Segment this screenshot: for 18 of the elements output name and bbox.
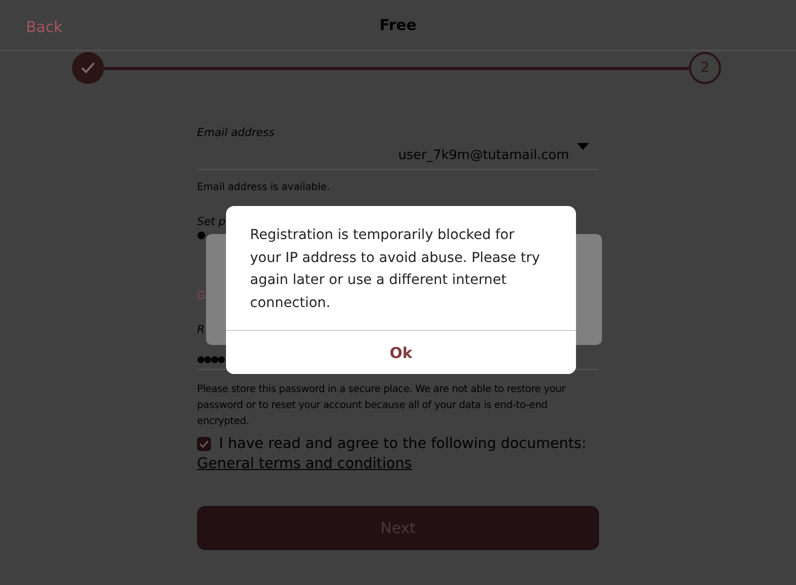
back-button[interactable]: Back [14,14,74,40]
page-title: Free [379,16,417,34]
email-field[interactable]: user_7k9m@tutamail.com [197,141,599,170]
caret-icon [577,143,589,150]
help-text: Email address is available. [197,181,331,195]
terms-link[interactable]: General terms and conditions [197,456,412,472]
dialog-message: Registration is temporarily blocked for your IP address to avoid abuse. Please try again later or use a different internet connection. [249,226,541,312]
completed-step-icon [72,52,104,84]
field-label: R [197,323,205,336]
checkbox[interactable] [197,437,211,451]
password-mask: ● [197,230,206,241]
strength-text: G [197,289,206,302]
field-label: Email address [197,125,276,141]
agree-label: I have read and agree to the following documents: [219,436,586,452]
notice-text: Please store this password in a secure place. We are not able to restore your password or to reset your account because all of your data is end-to-end encrypted. [197,383,567,429]
ok-button[interactable]: Ok [226,330,576,374]
password-mask: ●●●● [197,355,224,365]
field-label: Set p [197,215,226,228]
